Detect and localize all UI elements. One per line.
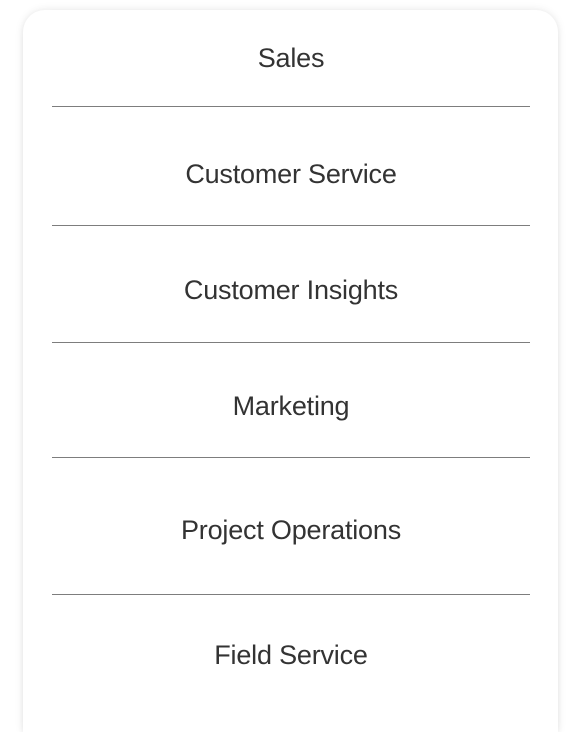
menu-divider xyxy=(52,457,530,458)
product-menu-card: Sales Customer Service Customer Insights… xyxy=(23,10,558,732)
menu-divider xyxy=(52,106,530,107)
menu-divider xyxy=(52,225,530,226)
menu-divider xyxy=(52,342,530,343)
menu-item-marketing[interactable]: Marketing xyxy=(52,378,530,434)
menu-item-field-service[interactable]: Field Service xyxy=(52,627,530,683)
menu-item-project-operations[interactable]: Project Operations xyxy=(52,502,530,558)
menu-divider xyxy=(52,594,530,595)
menu-item-customer-service[interactable]: Customer Service xyxy=(52,146,530,202)
menu-item-customer-insights[interactable]: Customer Insights xyxy=(52,262,530,318)
menu-item-sales[interactable]: Sales xyxy=(52,30,530,86)
